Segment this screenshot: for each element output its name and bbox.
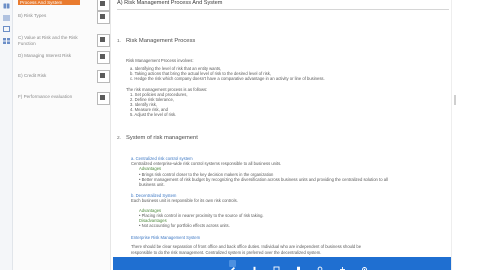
sidebar-item-label: E) Credit Risk xyxy=(18,73,47,78)
heading-number: 2. xyxy=(117,136,122,141)
settings-icon[interactable] xyxy=(361,260,368,270)
pen-icon[interactable] xyxy=(229,260,236,270)
scrollbar-thumb[interactable] xyxy=(454,95,456,105)
heading-system-of-risk-management: System of risk management xyxy=(126,135,198,141)
divider xyxy=(117,9,449,10)
list-item: c. Hedge the risk which company doesn't … xyxy=(130,76,325,81)
paragraph: There should be clear separation of fron… xyxy=(131,244,362,249)
section-title: A) Risk Management Process And System xyxy=(117,0,223,6)
book-icon[interactable] xyxy=(3,3,10,9)
sidebar-item-label: F) Performance evaluation xyxy=(18,94,73,99)
chapter-sidebar: Process And System B) Risk Types C) Valu… xyxy=(13,0,111,270)
page-thumbnail[interactable] xyxy=(97,92,110,105)
heading-risk-management-process: Risk Management Process xyxy=(126,38,196,44)
grid-icon[interactable] xyxy=(3,38,10,44)
page-thumbnail[interactable] xyxy=(97,51,110,64)
paragraph: Risk Management Process involves: xyxy=(126,58,194,63)
heading-number: 1. xyxy=(117,39,122,44)
list-item: 5. Adjust the level of risk. xyxy=(130,112,177,117)
list-icon[interactable] xyxy=(3,15,10,21)
highlighter-icon[interactable] xyxy=(251,260,258,270)
zoom-icon[interactable] xyxy=(339,260,346,270)
icon-rail xyxy=(0,0,13,270)
page-thumbnail[interactable] xyxy=(97,34,110,47)
bottom-toolbar xyxy=(113,257,451,270)
paragraph: Each business unit is responsible for it… xyxy=(131,198,238,203)
paragraph: responsible to do the risk management. C… xyxy=(131,250,322,255)
note-icon[interactable] xyxy=(273,260,280,270)
list-item: • Not accounting for portfolio effects a… xyxy=(139,223,230,228)
sidebar-item-label: Process And System xyxy=(18,0,80,5)
sidebar-item-label: B) Risk Types xyxy=(18,13,47,18)
sidebar-item-label: C) Value at Risk and the Risk Function xyxy=(18,35,78,46)
search-icon[interactable] xyxy=(317,260,324,270)
advantages-label: Advantages xyxy=(139,166,162,171)
list-item: • Better management of risk budget by re… xyxy=(139,177,388,182)
page-thumbnail[interactable] xyxy=(97,0,110,11)
subheading-enterprise-risk: Enterprise Risk Management System xyxy=(131,235,201,240)
scroll-area[interactable] xyxy=(451,0,480,270)
pages-icon[interactable] xyxy=(3,26,10,32)
document-content: A) Risk Management Process And System 1.… xyxy=(111,0,451,270)
page-thumbnail[interactable] xyxy=(97,11,110,24)
bookmark-icon[interactable] xyxy=(295,260,302,270)
page-thumbnail[interactable] xyxy=(97,70,110,83)
list-item: business unit. xyxy=(139,182,165,187)
sidebar-item-label: D) Managing Interest Risk xyxy=(18,53,72,58)
